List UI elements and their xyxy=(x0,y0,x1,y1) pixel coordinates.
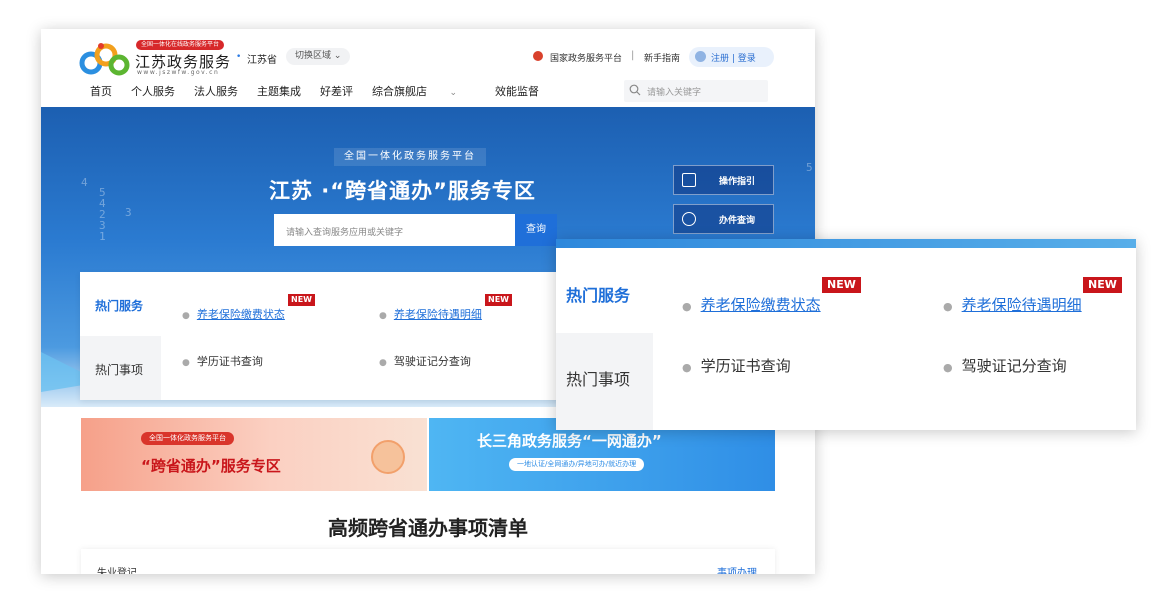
service-item[interactable]: ● 养老保险待遇明细 xyxy=(943,294,1082,315)
nav-personal[interactable]: 个人服务 xyxy=(131,83,175,99)
national-emblem-icon xyxy=(533,51,543,61)
nav-flagship-label: 综合旗舰店 xyxy=(372,85,427,98)
tab-hot-services[interactable]: 热门服务 xyxy=(80,272,161,336)
search-icon xyxy=(682,212,696,226)
screenshot-stage: 全国一体化在线政务服务平台 江苏政务服务 www.jszwfw.gov.cn •… xyxy=(0,0,1171,615)
bullet-icon: ● xyxy=(943,300,953,313)
matter-label: 驾驶证记分查询 xyxy=(393,355,471,368)
matter-label: 驾驶证记分查询 xyxy=(961,357,1067,375)
service-link[interactable]: 养老保险待遇明细 xyxy=(962,296,1082,314)
main-nav: 首页 个人服务 法人服务 主题集成 好差评 综合旗舰店 ⌄ 效能监督 xyxy=(90,83,558,99)
matter-item[interactable]: ● 驾驶证记分查询 xyxy=(943,355,1067,376)
service-link[interactable]: 养老保险缴费状态 xyxy=(701,296,821,314)
bullet-icon: ● xyxy=(182,358,190,368)
stamp-icon xyxy=(371,440,405,474)
nav-theme[interactable]: 主题集成 xyxy=(257,83,301,99)
tab-hot-matters-label: 热门事项 xyxy=(95,363,144,377)
switch-region-label: 切换区域 xyxy=(295,51,332,61)
location-name: 江苏省 xyxy=(247,55,277,66)
zoom-topbar xyxy=(556,239,1136,248)
tab-hot-matters[interactable]: 热门事项 xyxy=(556,333,653,430)
banner-title: 长三角政务服务“一网通办” xyxy=(477,432,662,450)
logo-url: www.jszwfw.gov.cn xyxy=(137,69,220,76)
tab-hot-services-label: 热门服务 xyxy=(95,299,144,313)
matter-item[interactable]: ● 驾驶证记分查询 xyxy=(379,353,471,369)
hero-decoration: 4 xyxy=(81,176,88,189)
header-separator: | xyxy=(631,50,635,61)
tab-hot-matters-label: 热门事项 xyxy=(566,370,631,389)
tab-hot-services[interactable]: 热门服务 xyxy=(556,248,653,333)
nav-flagship[interactable]: 综合旗舰店 ⌄ xyxy=(372,83,476,99)
nav-home[interactable]: 首页 xyxy=(90,83,112,99)
switch-region-button[interactable]: 切换区域 ⌄ xyxy=(286,48,351,65)
section-title: 高频跨省通办事项清单 xyxy=(328,516,528,540)
bullet-icon: ● xyxy=(682,300,692,313)
service-item[interactable]: ● 养老保险缴费状态 xyxy=(682,294,821,315)
guide-link[interactable]: 新手指南 xyxy=(644,51,680,64)
bullet-icon: ● xyxy=(182,311,190,321)
new-badge: NEW xyxy=(822,277,861,293)
bullet-icon: ● xyxy=(379,358,387,368)
case-query-label: 办件查询 xyxy=(719,216,756,226)
site-header: 全国一体化在线政务服务平台 江苏政务服务 www.jszwfw.gov.cn •… xyxy=(41,29,815,107)
hero-decoration: 54231 xyxy=(99,186,106,243)
list-item-action[interactable]: 事项办理 xyxy=(717,564,757,574)
bullet-icon: ● xyxy=(943,361,953,374)
list-item-name: 失业登记 xyxy=(97,568,137,574)
hero-search-button[interactable]: 查询 xyxy=(515,214,557,246)
new-badge: NEW xyxy=(288,294,315,306)
national-platform-link[interactable]: 国家政务服务平台 xyxy=(550,51,622,64)
document-icon xyxy=(682,173,696,187)
hero-decoration: 5 xyxy=(806,161,813,174)
service-link[interactable]: 养老保险待遇明细 xyxy=(394,308,482,321)
hero-decoration: 3 xyxy=(125,206,132,219)
hero-search-placeholder: 请输入查询服务应用或关键字 xyxy=(286,228,404,238)
guide-button-label: 操作指引 xyxy=(719,177,756,187)
new-badge: NEW xyxy=(1083,277,1122,293)
nav-rating[interactable]: 好差评 xyxy=(320,83,353,99)
list-item: 失业登记 事项办理 xyxy=(81,549,775,574)
banner-title: “跨省通办”服务专区 xyxy=(141,457,281,475)
location-pin-icon: • xyxy=(236,52,242,62)
matter-item[interactable]: ● 学历证书查询 xyxy=(182,353,263,369)
matter-item[interactable]: ● 学历证书查询 xyxy=(682,355,791,376)
new-badge: NEW xyxy=(485,294,512,306)
chevron-down-icon: ⌄ xyxy=(449,88,458,98)
tab-hot-matters[interactable]: 热门事项 xyxy=(80,336,161,400)
hero-title: 江苏 ·“跨省通办”服务专区 xyxy=(269,179,536,203)
matter-label: 学历证书查询 xyxy=(196,355,263,368)
logo-tag: 全国一体化在线政务服务平台 xyxy=(136,40,225,50)
banner-tag: 全国一体化政务服务平台 xyxy=(141,432,234,445)
zoom-callout: 热门服务 热门事项 ● 养老保险缴费状态 NEW ● 养老保险待遇明细 NEW ● 学… xyxy=(556,239,1136,430)
search-icon xyxy=(629,84,641,96)
login-register-link[interactable]: 注册 | 登录 xyxy=(711,51,756,64)
tab-hot-services-label: 热门服务 xyxy=(566,286,631,305)
service-item[interactable]: ● 养老保险缴费状态 xyxy=(182,306,285,322)
case-query-button[interactable]: 办件查询 xyxy=(673,204,774,234)
chevron-down-icon: ⌄ xyxy=(333,51,342,61)
service-item[interactable]: ● 养老保险待遇明细 xyxy=(379,306,482,322)
matter-label: 学历证书查询 xyxy=(700,357,791,375)
user-icon xyxy=(695,51,706,62)
hero-subtitle: 全国一体化政务服务平台 xyxy=(334,148,486,166)
guide-button[interactable]: 操作指引 xyxy=(673,165,774,195)
nav-supervision[interactable]: 效能监督 xyxy=(495,83,539,99)
logo-icon xyxy=(79,43,130,76)
header-search-placeholder: 请输入关键字 xyxy=(647,88,702,98)
bullet-icon: ● xyxy=(379,311,387,321)
nav-legal[interactable]: 法人服务 xyxy=(194,83,238,99)
service-link[interactable]: 养老保险缴费状态 xyxy=(197,308,285,321)
banner-subtitle: 一地认证/全网通办/异地可办/就近办理 xyxy=(509,458,645,471)
bullet-icon: ● xyxy=(682,361,692,374)
cross-province-banner[interactable]: 全国一体化政务服务平台 “跨省通办”服务专区 xyxy=(81,418,427,491)
